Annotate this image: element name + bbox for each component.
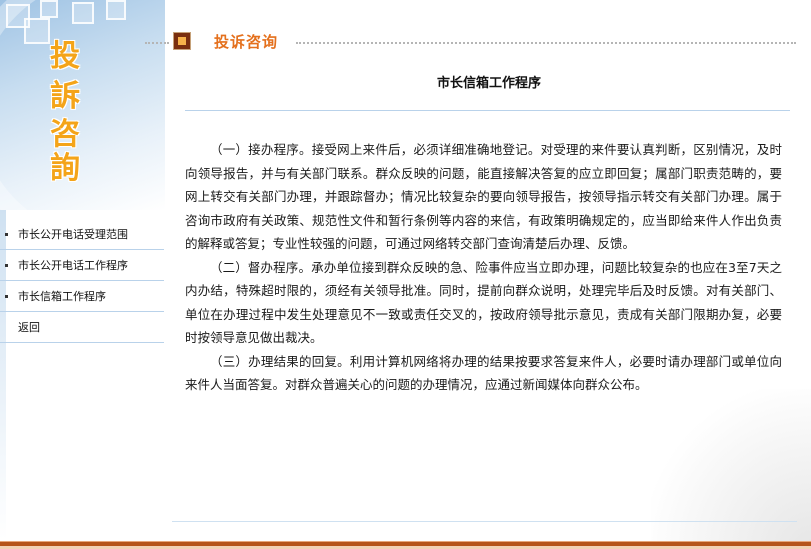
square-bullet-icon <box>173 32 191 50</box>
content-bottom-divider <box>172 521 797 522</box>
sidebar-item-hotline-scope[interactable]: 市长公开电话受理范围 <box>0 219 164 250</box>
banner-char: 訴 <box>50 79 80 114</box>
sidebar-item-label: 返回 <box>18 321 40 334</box>
sidebar-nav: 市长公开电话受理范围 市长公开电话工作程序 市长信箱工作程序 返回 <box>0 219 164 343</box>
sidebar-item-label: 市长公开电话受理范围 <box>18 228 128 241</box>
page-title: 市长信箱工作程序 <box>436 76 541 91</box>
article-body: （一）接办程序。接受网上来件后，必须详细准确地登记。对受理的来件要认真判断，区别… <box>185 138 782 397</box>
header-dotted-line <box>296 42 796 44</box>
sidebar-item-label: 市长信箱工作程序 <box>18 290 106 303</box>
paragraph: （二）督办程序。承办单位接到群众反映的急、险事件应当立即办理，问题比较复杂的也应… <box>185 259 782 346</box>
bullet-icon <box>5 294 8 298</box>
paragraph: （三）办理结果的回复。利用计算机网络将办理的结果按要求答复来件人，必要时请办理部… <box>185 353 782 393</box>
header-dotted-line <box>145 42 169 44</box>
banner-char: 咨 <box>50 117 80 152</box>
sidebar-item-back[interactable]: 返回 <box>0 312 164 343</box>
banner-decoration-square <box>40 0 58 18</box>
banner-decoration-square <box>106 0 126 20</box>
left-banner: 投 訴 咨 詢 <box>0 0 165 210</box>
banner-decoration-square <box>24 18 50 44</box>
paragraph: （一）接办程序。接受网上来件后，必须详细准确地登记。对受理的来件要认真判断，区别… <box>185 142 782 251</box>
banner-char: 詢 <box>50 151 80 186</box>
title-divider <box>185 110 790 111</box>
banner-decoration-square <box>72 2 94 24</box>
sidebar-item-mailbox-procedure[interactable]: 市长信箱工作程序 <box>0 281 164 312</box>
banner-char: 投 <box>50 39 80 74</box>
sidebar-item-label: 市长公开电话工作程序 <box>18 259 128 272</box>
bullet-icon <box>5 263 8 267</box>
section-title: 投诉咨询 <box>214 33 279 51</box>
content-background-decoration <box>651 389 811 549</box>
sidebar-item-hotline-procedure[interactable]: 市长公开电话工作程序 <box>0 250 164 281</box>
bullet-icon <box>5 232 8 236</box>
